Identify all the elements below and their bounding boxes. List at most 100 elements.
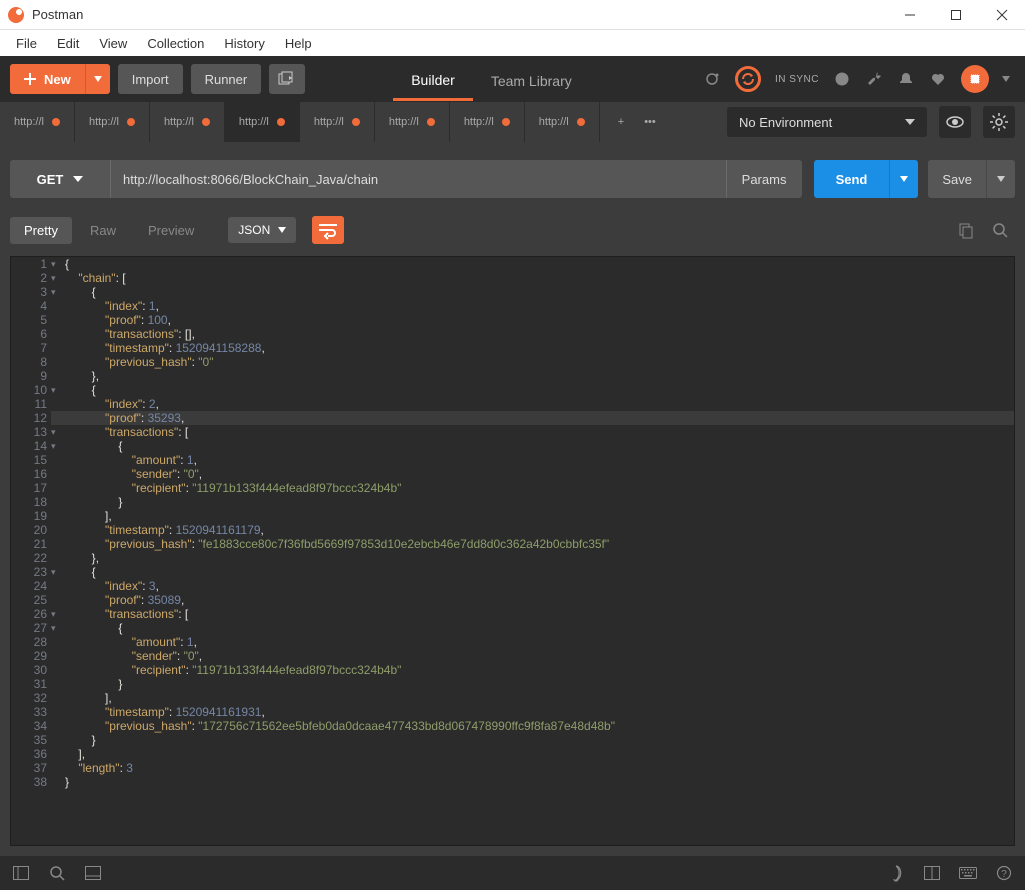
wrap-lines-button[interactable] <box>312 216 344 244</box>
fold-toggle[interactable]: ▾ <box>51 439 65 453</box>
line-number: 29 <box>11 649 51 663</box>
bootcamp-icon[interactable] <box>887 865 905 881</box>
code-line: 22 }, <box>11 551 1014 565</box>
line-number: 12 <box>11 411 51 425</box>
fold-toggle <box>51 369 65 383</box>
help-icon[interactable]: ? <box>995 865 1013 881</box>
code-line: 1▾{ <box>11 257 1014 271</box>
unsaved-indicator-icon <box>502 118 510 126</box>
save-button[interactable]: Save <box>928 160 986 198</box>
builder-tab[interactable]: Builder <box>393 58 473 101</box>
runner-button-label: Runner <box>205 72 248 87</box>
request-tab[interactable]: http://l <box>375 102 450 142</box>
fold-toggle <box>51 593 65 607</box>
builder-tab-label: Builder <box>411 72 455 88</box>
fold-toggle[interactable]: ▾ <box>51 383 65 397</box>
menu-help[interactable]: Help <box>275 33 322 54</box>
new-request-tab[interactable]: + <box>608 116 634 128</box>
request-tab[interactable]: http://l <box>525 102 600 142</box>
new-button[interactable]: New <box>10 64 85 94</box>
fold-toggle[interactable]: ▾ <box>51 425 65 439</box>
line-number: 35 <box>11 733 51 747</box>
new-dropdown[interactable] <box>85 64 110 94</box>
bell-icon[interactable] <box>897 71 915 87</box>
menu-file[interactable]: File <box>6 33 47 54</box>
send-button[interactable]: Send <box>814 160 890 198</box>
fold-toggle[interactable]: ▾ <box>51 285 65 299</box>
code-content: "index": 2, <box>65 397 159 411</box>
console-icon[interactable] <box>84 866 102 880</box>
window-maximize[interactable] <box>933 0 979 30</box>
request-tab-bar: http://lhttp://lhttp://lhttp://lhttp://l… <box>0 102 1025 142</box>
response-view-pretty[interactable]: Pretty <box>10 217 72 244</box>
code-line: 31 } <box>11 677 1014 691</box>
request-tab[interactable]: http://l <box>225 102 300 142</box>
code-content: "transactions": [ <box>65 607 188 621</box>
window-minimize[interactable] <box>887 0 933 30</box>
window-close[interactable] <box>979 0 1025 30</box>
globe-icon[interactable] <box>833 71 851 87</box>
line-number: 37 <box>11 761 51 775</box>
request-tab[interactable]: http://l <box>300 102 375 142</box>
team-library-tab-label: Team Library <box>491 73 572 89</box>
code-content: "transactions": [], <box>65 327 195 341</box>
runner-button[interactable]: Runner <box>191 64 262 94</box>
request-tab[interactable]: http://l <box>0 102 75 142</box>
user-avatar[interactable] <box>961 65 989 93</box>
response-view-preview[interactable]: Preview <box>134 217 208 244</box>
save-dropdown[interactable] <box>986 160 1015 198</box>
search-response-icon[interactable] <box>991 222 1009 238</box>
environment-selector[interactable]: No Environment <box>727 107 927 137</box>
fold-toggle[interactable]: ▾ <box>51 257 65 271</box>
fold-toggle <box>51 523 65 537</box>
code-content: "previous_hash": "fe1883cce80c7f36fbd566… <box>65 537 609 551</box>
fold-toggle <box>51 733 65 747</box>
http-method-selector[interactable]: GET <box>10 160 110 198</box>
menu-history[interactable]: History <box>214 33 274 54</box>
response-view-raw[interactable]: Raw <box>76 217 130 244</box>
two-pane-icon[interactable] <box>923 866 941 880</box>
copy-response-icon[interactable] <box>957 222 975 238</box>
fold-toggle[interactable]: ▾ <box>51 271 65 285</box>
sync-status-icon[interactable] <box>735 66 761 92</box>
menu-view[interactable]: View <box>89 33 137 54</box>
open-new-window-button[interactable] <box>269 64 305 94</box>
line-number: 11 <box>11 397 51 411</box>
capture-icon[interactable] <box>703 71 721 87</box>
fold-toggle <box>51 397 65 411</box>
chevron-down-icon[interactable] <box>997 76 1015 82</box>
environment-quicklook[interactable] <box>939 106 971 138</box>
new-button-label: New <box>44 72 71 87</box>
wrench-icon[interactable] <box>865 71 883 87</box>
send-dropdown[interactable] <box>889 160 918 198</box>
line-number: 2 <box>11 271 51 285</box>
response-body[interactable]: 1▾{2▾ "chain": [3▾ {4 "index": 1,5 "proo… <box>10 256 1015 846</box>
request-tab[interactable]: http://l <box>150 102 225 142</box>
request-tab[interactable]: http://l <box>75 102 150 142</box>
response-view-raw-label: Raw <box>90 223 116 238</box>
main-area: GET http://localhost:8066/BlockChain_Jav… <box>0 142 1025 856</box>
menu-edit[interactable]: Edit <box>47 33 89 54</box>
menu-bar: File Edit View Collection History Help <box>0 30 1025 56</box>
keyboard-shortcuts-icon[interactable] <box>959 867 977 879</box>
line-number: 5 <box>11 313 51 327</box>
code-content: "proof": 100, <box>65 313 171 327</box>
team-library-tab[interactable]: Team Library <box>473 59 590 99</box>
line-number: 34 <box>11 719 51 733</box>
import-button[interactable]: Import <box>118 64 183 94</box>
sidebar-toggle-icon[interactable] <box>12 866 30 880</box>
response-format-selector[interactable]: JSON <box>228 217 296 243</box>
fold-toggle[interactable]: ▾ <box>51 565 65 579</box>
code-line: 35 } <box>11 733 1014 747</box>
code-content: { <box>65 621 122 635</box>
params-button[interactable]: Params <box>726 160 802 198</box>
fold-toggle[interactable]: ▾ <box>51 621 65 635</box>
tab-options[interactable]: ••• <box>638 116 662 128</box>
settings-gear[interactable] <box>983 106 1015 138</box>
request-tab[interactable]: http://l <box>450 102 525 142</box>
heart-icon[interactable] <box>929 71 947 87</box>
url-input[interactable]: http://localhost:8066/BlockChain_Java/ch… <box>110 160 726 198</box>
menu-collection[interactable]: Collection <box>137 33 214 54</box>
fold-toggle[interactable]: ▾ <box>51 607 65 621</box>
find-icon[interactable] <box>48 865 66 881</box>
